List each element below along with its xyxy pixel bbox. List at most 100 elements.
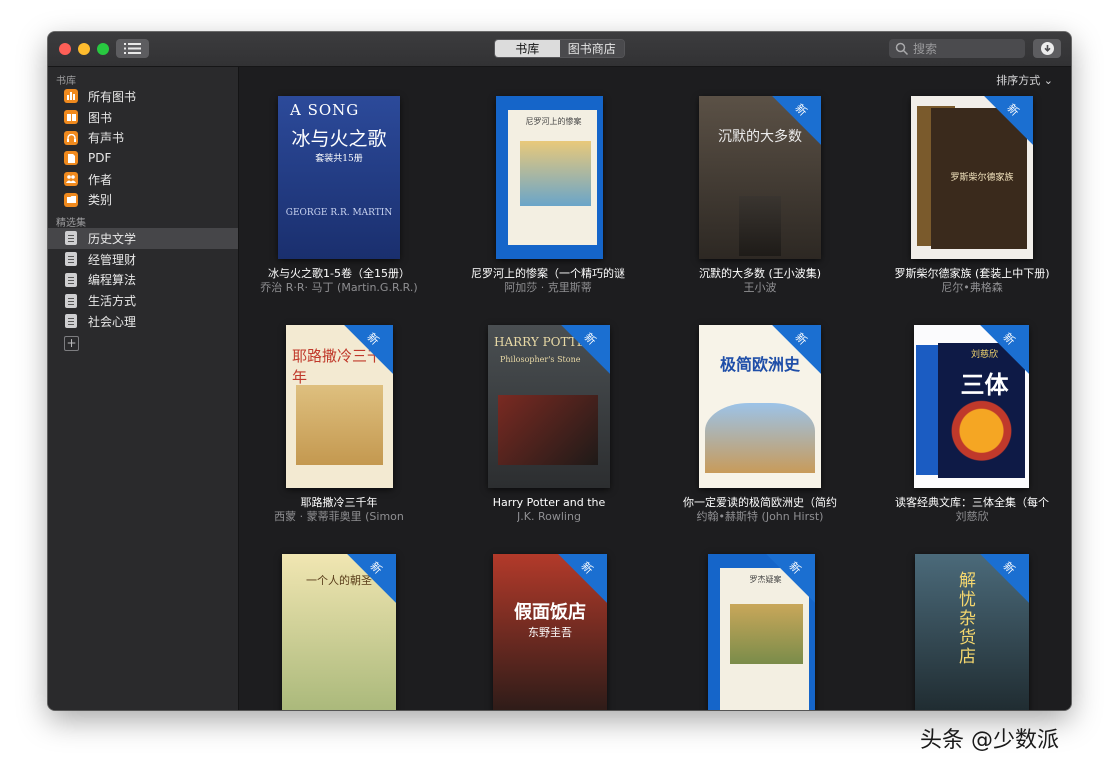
- book-cover[interactable]: 三体 刘慈欣 新: [914, 325, 1029, 488]
- view-switcher: 书库 图书商店: [494, 39, 625, 58]
- books-app-window: 书库 图书商店 搜索 书库 所有图书 图书 有声书 PDF 作者 类别 精选集 …: [48, 32, 1071, 710]
- book-cover[interactable]: 尼罗河上的惨案: [496, 96, 603, 259]
- book-cover[interactable]: 耶路撒冷三千年 新: [286, 325, 393, 488]
- people-icon: [64, 172, 78, 187]
- sidebar-item-label: 类别: [88, 193, 113, 208]
- book-cover[interactable]: 罗斯柴尔德家族 新: [911, 96, 1033, 259]
- collection-icon: [65, 272, 77, 287]
- book-grid: 排序方式 ⌄ A SONG 冰与火之歌 套装共15册 GEORGE R.R. M…: [239, 67, 1071, 710]
- sidebar-item-business-finance[interactable]: 经管理财: [48, 249, 238, 270]
- sidebar-item-programming[interactable]: 编程算法: [48, 270, 238, 291]
- book-cover[interactable]: 解忧杂货店 新: [915, 554, 1029, 710]
- new-badge-label: 新: [581, 330, 599, 348]
- sidebar-item-audiobooks[interactable]: 有声书: [48, 127, 238, 148]
- search-field[interactable]: 搜索: [889, 39, 1025, 58]
- sidebar-item-authors[interactable]: 作者: [48, 169, 238, 190]
- list-icon: [124, 43, 141, 54]
- book-cover[interactable]: 沉默的大多数 新: [699, 96, 821, 259]
- book-title[interactable]: 尼罗河上的惨案（一个精巧的谜: [471, 267, 625, 280]
- sidebar-item-label: 历史文学: [88, 231, 137, 246]
- cover-subtitle: 东野圭吾: [528, 626, 572, 639]
- sidebar: 书库 所有图书 图书 有声书 PDF 作者 类别 精选集 历史文学 经管理财 编…: [48, 67, 239, 710]
- cover-author: GEORGE R.R. MARTIN: [285, 208, 393, 218]
- close-window-button[interactable]: [59, 43, 71, 55]
- book-cover[interactable]: 极简欧洲史 新: [699, 325, 821, 488]
- sidebar-item-label: 生活方式: [88, 294, 137, 309]
- collection-icon: [65, 314, 77, 329]
- sidebar-item-label: 编程算法: [88, 273, 137, 288]
- sidebar-item-label: 社会心理: [88, 314, 137, 329]
- download-icon: [1040, 42, 1054, 55]
- tab-book-store[interactable]: 图书商店: [559, 40, 624, 57]
- book-title[interactable]: 耶路撒冷三千年: [301, 496, 378, 509]
- downloads-button[interactable]: [1033, 39, 1061, 58]
- book-author: 阿加莎 · 克里斯蒂: [504, 281, 592, 294]
- add-collection-button[interactable]: +: [64, 335, 79, 351]
- book-title[interactable]: 罗斯柴尔德家族 (套装上中下册): [894, 267, 1049, 280]
- cover-extra: 套装共15册: [315, 154, 363, 164]
- search-icon: [895, 42, 909, 55]
- sidebar-item-label: PDF: [88, 151, 112, 166]
- cover-title: A SONG: [290, 101, 360, 119]
- sidebar-item-psychology[interactable]: 社会心理: [48, 311, 238, 332]
- book-author: J.K. Rowling: [517, 510, 581, 523]
- book-icon: [64, 110, 78, 125]
- book-author: 尼尔•弗格森: [941, 281, 1003, 294]
- watermark: 头条 @少数派: [920, 728, 1059, 753]
- book-title[interactable]: 冰与火之歌1-5卷（全15册）: [268, 267, 410, 280]
- sidebar-item-all-books[interactable]: 所有图书: [48, 86, 238, 107]
- folder-icon: [64, 192, 78, 207]
- collection-icon: [65, 252, 77, 267]
- new-badge-label: 新: [1000, 559, 1018, 577]
- toolbar: 书库 图书商店 搜索: [48, 32, 1071, 67]
- book-author: 乔治 R·R· 马丁 (Martin.G.R.R.): [260, 281, 418, 294]
- book-author: 西蒙 · 蒙蒂菲奥里 (Simon: [274, 510, 404, 523]
- sidebar-item-categories[interactable]: 类别: [48, 189, 238, 210]
- zoom-window-button[interactable]: [97, 43, 109, 55]
- sidebar-item-label: 有声书: [88, 131, 125, 146]
- sidebar-item-lifestyle[interactable]: 生活方式: [48, 290, 238, 311]
- book-cover[interactable]: 假面饭店 东野圭吾 新: [493, 554, 607, 710]
- pdf-icon: [64, 151, 78, 166]
- tab-library[interactable]: 书库: [495, 40, 560, 57]
- book-title[interactable]: Harry Potter and the: [493, 496, 606, 509]
- sidebar-item-label: 所有图书: [88, 89, 137, 104]
- sidebar-item-history-literature[interactable]: 历史文学: [48, 228, 238, 249]
- cover-title: 假面饭店: [514, 602, 586, 623]
- book-cover[interactable]: A SONG 冰与火之歌 套装共15册 GEORGE R.R. MARTIN: [278, 96, 400, 259]
- sidebar-item-books[interactable]: 图书: [48, 107, 238, 128]
- headphones-icon: [64, 130, 78, 145]
- sidebar-item-label: 图书: [88, 110, 113, 125]
- sort-label: 排序方式: [996, 74, 1041, 87]
- book-cover[interactable]: HARRY POTTER Philosopher's Stone 新: [488, 325, 610, 488]
- cover-title: 解忧杂货店: [959, 571, 976, 667]
- cover-title: 沉默的大多数: [718, 129, 802, 145]
- cover-title: 三体: [960, 370, 1009, 399]
- new-badge: 新: [550, 325, 610, 379]
- cover-subtitle: 冰与火之歌: [291, 128, 387, 150]
- toggle-sidebar-button[interactable]: [116, 39, 149, 58]
- book-author: 王小波: [743, 281, 777, 294]
- search-placeholder: 搜索: [913, 42, 938, 56]
- sidebar-item-label: 作者: [88, 172, 113, 187]
- book-title[interactable]: 读客经典文库：三体全集（每个: [895, 496, 1049, 509]
- cover-title: 尼罗河上的惨案: [525, 117, 582, 126]
- sort-menu[interactable]: 排序方式 ⌄: [996, 72, 1053, 88]
- book-title[interactable]: 沉默的大多数 (王小波集): [699, 267, 821, 280]
- collection-icon: [65, 293, 77, 308]
- sidebar-item-pdf[interactable]: PDF: [48, 148, 238, 169]
- sidebar-item-label: 经管理财: [88, 252, 137, 267]
- book-cover[interactable]: 罗杰疑案 新: [708, 554, 815, 710]
- book-cover[interactable]: 一个人的朝圣 新: [282, 554, 396, 710]
- collections-section-heading: 精选集: [56, 218, 86, 230]
- collection-icon: [65, 231, 77, 246]
- chevron-down-icon: ⌄: [1043, 74, 1053, 87]
- bar-chart-icon: [64, 89, 78, 104]
- book-author: 刘慈欣: [955, 510, 989, 523]
- library-section-heading: 书库: [56, 76, 76, 87]
- cover-subtitle: Philosopher's Stone: [500, 355, 581, 364]
- minimize-window-button[interactable]: [78, 43, 90, 55]
- cover-title: 罗斯柴尔德家族: [950, 173, 1014, 183]
- book-title[interactable]: 你一定爱读的极简欧洲史（简约: [683, 496, 837, 509]
- book-author: 约翰•赫斯特 (John Hirst): [696, 510, 824, 523]
